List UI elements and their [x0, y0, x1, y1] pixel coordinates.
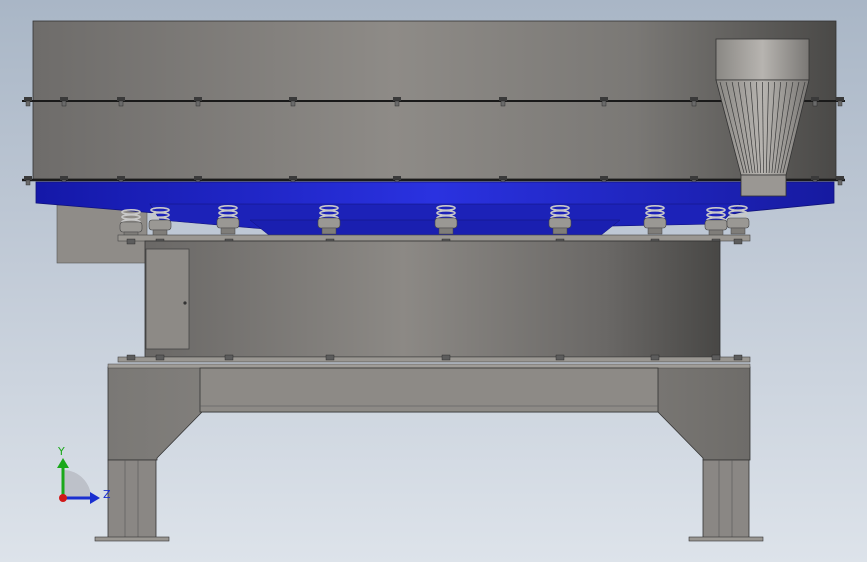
base-bolt: [155, 354, 165, 361]
spring: [704, 207, 728, 237]
frame-crossbeam: [199, 367, 659, 413]
outlet-cylinder: [715, 38, 810, 81]
spring: [726, 205, 750, 235]
triad-arc: [63, 470, 91, 498]
right-foot-plate: [688, 536, 764, 542]
y-axis-label: Y: [57, 445, 65, 458]
base-bolt: [650, 354, 660, 361]
outlet-spout: [740, 174, 787, 197]
spring: [643, 205, 667, 235]
cad-viewport[interactable]: Y Z: [0, 0, 867, 562]
vibrating-screen-model: Y Z: [22, 20, 845, 542]
spring: [148, 207, 172, 237]
right-leg: [702, 459, 750, 539]
base-bolt: [325, 354, 335, 361]
base-bolt: [126, 354, 136, 361]
z-axis-label: Z: [103, 488, 111, 501]
base-bolt: [733, 354, 743, 361]
base-bolt: [711, 354, 721, 361]
spring: [216, 205, 240, 235]
plate-bolt: [126, 238, 136, 245]
motor-housing: [144, 240, 721, 358]
triad-origin: [59, 494, 67, 502]
door-handle: [183, 301, 187, 305]
left-foot-plate: [94, 536, 170, 542]
base-bolt: [224, 354, 234, 361]
left-leg: [107, 459, 157, 539]
access-door: [145, 248, 190, 350]
base-bolt: [555, 354, 565, 361]
orientation-triad: Y Z: [57, 445, 111, 504]
plate-bolt: [733, 238, 743, 245]
base-bolt: [441, 354, 451, 361]
